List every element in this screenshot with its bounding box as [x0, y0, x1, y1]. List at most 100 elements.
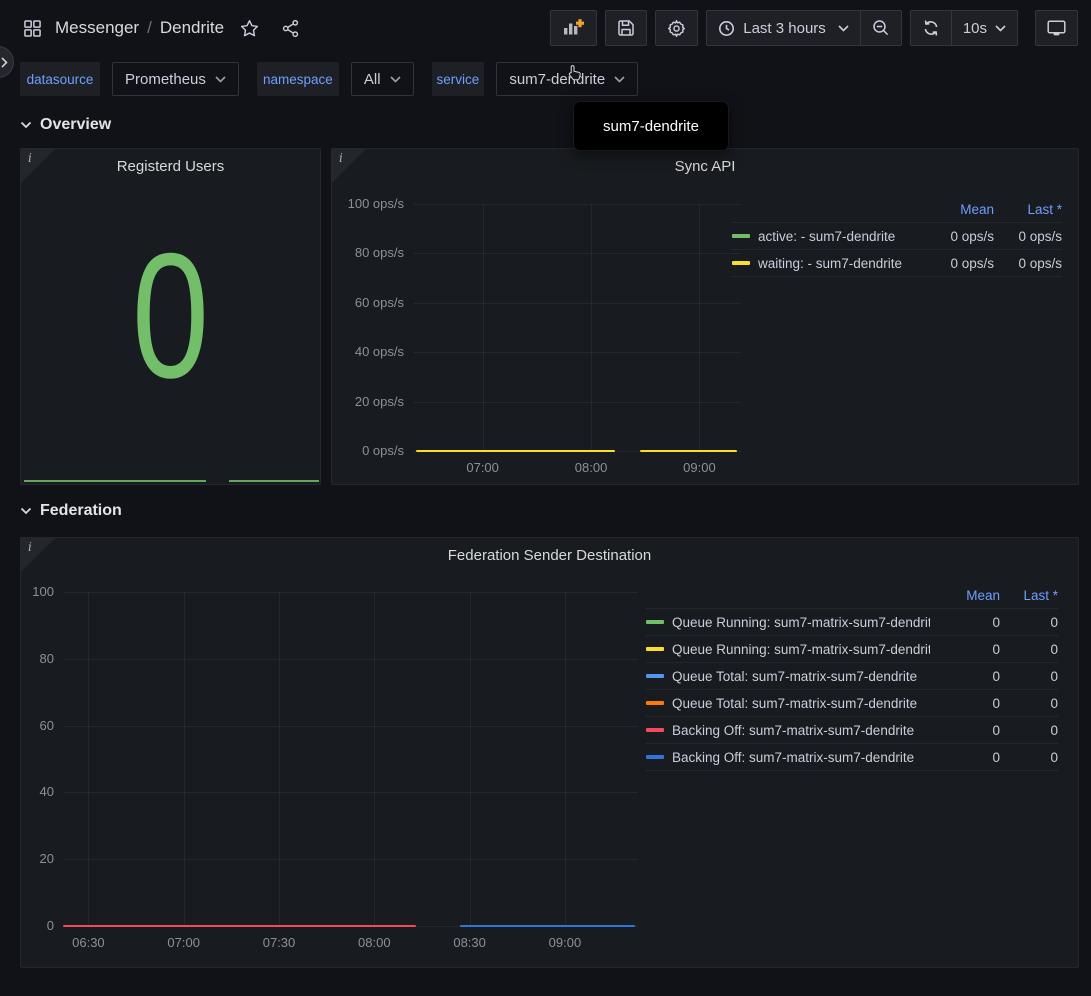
legend-column-header[interactable]: Last *: [1000, 588, 1058, 603]
legend-last-value: 0: [1000, 669, 1058, 684]
y-gridline: [414, 204, 741, 205]
zoom-out-time-button[interactable]: [861, 10, 902, 46]
series-line-segment: [416, 450, 615, 452]
series-line-segment: [460, 925, 635, 927]
save-dashboard-button[interactable]: [605, 10, 647, 46]
sparkline-segment: [229, 480, 319, 482]
monitor-icon: [1047, 20, 1066, 37]
legend-mean-value: 0: [930, 750, 1000, 765]
y-axis-tick-label: 80 ops/s: [332, 245, 404, 260]
variable-service: service sum7-dendrite: [432, 62, 639, 96]
refresh-button[interactable]: [910, 10, 952, 46]
legend-swatch: [646, 674, 664, 678]
legend-last-value: 0: [1000, 750, 1058, 765]
section-title: Overview: [40, 116, 111, 134]
namespace-value: All: [364, 71, 381, 88]
legend-swatch: [646, 701, 664, 705]
y-gridline: [63, 659, 638, 660]
time-range-label: Last 3 hours: [743, 20, 826, 37]
legend-series-name: Backing Off: sum7-matrix-sum7-dendrite: [672, 750, 914, 765]
legend-series[interactable]: Queue Total: sum7-matrix-sum7-dendrite: [646, 669, 930, 684]
breadcrumb-dashboard[interactable]: Dendrite: [160, 18, 224, 38]
namespace-select[interactable]: All: [351, 62, 414, 96]
add-panel-button[interactable]: [550, 10, 597, 46]
add-panel-icon: [562, 18, 585, 38]
section-header-overview[interactable]: Overview: [20, 110, 111, 140]
legend-series-name: Queue Running: sum7-matrix-sum7-dendrite: [672, 642, 930, 657]
legend-series[interactable]: waiting: - sum7-dendrite: [732, 256, 920, 271]
variable-label: datasource: [20, 62, 100, 96]
legend-column-header[interactable]: Mean: [930, 588, 1000, 603]
time-range-picker[interactable]: Last 3 hours: [706, 10, 861, 46]
datasource-select[interactable]: Prometheus: [112, 62, 239, 96]
legend-row: Backing Off: sum7-matrix-sum7-dendrite 00: [646, 744, 1058, 771]
legend-series[interactable]: Queue Running: sum7-matrix-sum7-dendrite: [646, 615, 930, 630]
refresh-interval-picker[interactable]: 10s: [952, 10, 1018, 46]
legend-swatch: [646, 755, 664, 759]
breadcrumb-folder[interactable]: Messenger: [55, 18, 139, 38]
x-gridline: [699, 204, 700, 451]
legend-row: active: - sum7-dendrite0 ops/s0 ops/s: [732, 223, 1062, 250]
panel-federation-sender: i Federation Sender Destination 10080604…: [20, 537, 1079, 968]
refresh-group: 10s: [910, 10, 1018, 46]
y-gridline: [414, 253, 741, 254]
y-axis-tick-label: 20: [21, 851, 54, 866]
x-axis-tick-label: 09:00: [668, 460, 730, 475]
legend-row: Queue Total: sum7-matrix-sum7-dendrite 00: [646, 690, 1058, 717]
legend-last-value: 0: [1000, 723, 1058, 738]
breadcrumb: Messenger / Dendrite: [55, 18, 224, 38]
legend-header-row: MeanLast *: [646, 582, 1058, 609]
grafana-dashboard: Messenger / Dendrite: [0, 0, 1091, 996]
x-axis-tick-label: 09:00: [534, 935, 596, 950]
legend-row: Queue Total: sum7-matrix-sum7-dendrite00: [646, 663, 1058, 690]
legend-mean-value: 0 ops/s: [920, 256, 994, 271]
y-axis-tick-label: 20 ops/s: [332, 394, 404, 409]
x-axis-tick-label: 07:00: [153, 935, 215, 950]
legend-column-header[interactable]: Mean: [920, 202, 994, 217]
chevron-down-icon: [995, 25, 1006, 32]
legend-mean-value: 0: [930, 669, 1000, 684]
legend-mean-value: 0: [930, 696, 1000, 711]
x-axis-tick-label: 08:30: [439, 935, 501, 950]
legend-series[interactable]: Queue Total: sum7-matrix-sum7-dendrite: [646, 696, 930, 711]
chevron-down-icon: [20, 121, 32, 129]
legend-series[interactable]: Backing Off: sum7-matrix-sum7-dendrite: [646, 723, 930, 738]
chevron-right-icon: [1, 57, 8, 68]
y-gridline: [63, 859, 638, 860]
legend-mean-value: 0: [930, 723, 1000, 738]
tv-mode-button[interactable]: [1035, 10, 1078, 46]
zoom-out-icon: [872, 19, 890, 37]
legend-series[interactable]: Queue Running: sum7-matrix-sum7-dendrite: [646, 642, 930, 657]
chevron-down-icon: [838, 25, 849, 32]
variable-label: service: [432, 62, 485, 96]
y-axis-tick-label: 40 ops/s: [332, 344, 404, 359]
section-header-federation[interactable]: Federation: [20, 496, 122, 526]
legend-row: waiting: - sum7-dendrite0 ops/s0 ops/s: [732, 250, 1062, 277]
legend-last-value: 0: [1000, 696, 1058, 711]
dashboards-grid-icon[interactable]: [22, 18, 43, 39]
legend-last-value: 0 ops/s: [994, 229, 1062, 244]
variable-label: namespace: [257, 62, 339, 96]
x-axis-tick-label: 06:30: [57, 935, 119, 950]
panel-title[interactable]: Registerd Users: [21, 158, 320, 175]
share-icon[interactable]: [279, 17, 302, 40]
legend-series[interactable]: active: - sum7-dendrite: [732, 229, 920, 244]
y-gridline: [63, 592, 638, 593]
x-gridline: [374, 592, 375, 926]
y-axis-tick-label: 40: [21, 784, 54, 799]
x-gridline: [483, 204, 484, 451]
panel-registered-users: i Registerd Users 0: [20, 148, 321, 485]
section-title: Federation: [40, 502, 122, 520]
dashboard-settings-button[interactable]: [655, 10, 698, 46]
chevron-down-icon: [215, 76, 226, 83]
legend-swatch: [732, 234, 750, 238]
legend-row: Backing Off: sum7-matrix-sum7-dendrite00: [646, 717, 1058, 744]
legend-series[interactable]: Backing Off: sum7-matrix-sum7-dendrite: [646, 750, 930, 765]
service-select[interactable]: sum7-dendrite: [496, 62, 638, 96]
legend-series-name: Queue Total: sum7-matrix-sum7-dendrite: [672, 696, 917, 711]
legend-mean-value: 0 ops/s: [920, 229, 994, 244]
legend-column-header[interactable]: Last *: [994, 202, 1062, 217]
star-icon[interactable]: [238, 17, 261, 40]
y-axis-tick-label: 80: [21, 651, 54, 666]
legend-last-value: 0: [1000, 642, 1058, 657]
